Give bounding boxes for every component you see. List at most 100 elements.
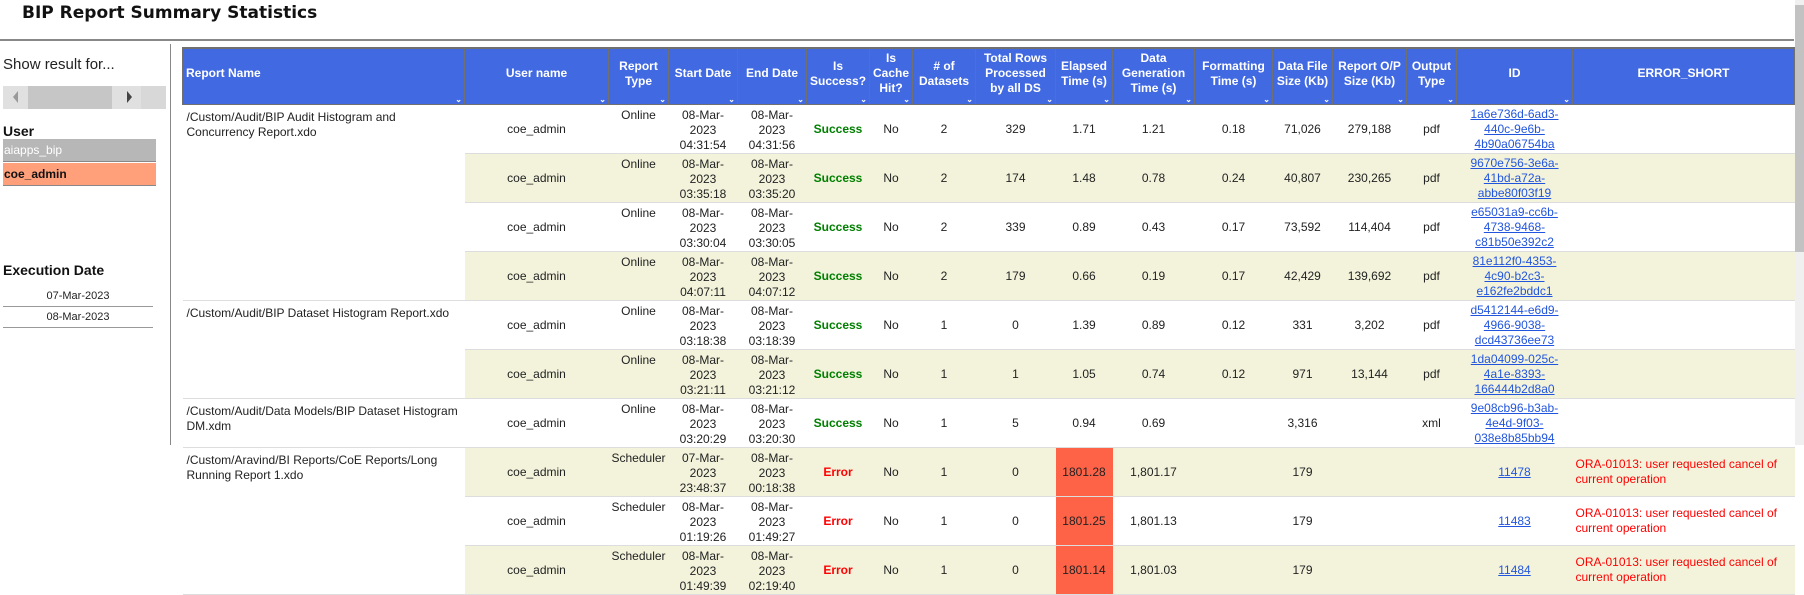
error-cell: ORA-01013: user requested cancel of curr…	[1572, 545, 1795, 595]
elapsed-cell: 0.94	[1055, 398, 1113, 448]
type-cell: Online	[608, 349, 669, 399]
datagen-cell: 0.69	[1112, 398, 1195, 448]
end-cell: 08-Mar-2023 04:07:12	[737, 251, 807, 301]
sort-chevron-icon[interactable]: ⌄	[455, 95, 462, 104]
sort-chevron-icon[interactable]: ⌄	[1447, 95, 1454, 104]
date-option[interactable]: 07-Mar-2023	[3, 286, 153, 307]
job-id-link[interactable]: 9670e756-3e6a-41bd-a72a-abbe80f03f19	[1470, 156, 1558, 200]
sort-chevron-icon[interactable]: ⌄	[903, 95, 910, 104]
job-id-link[interactable]: 1da04099-025c-4a1e-8393-166444b2d8a0	[1471, 352, 1558, 396]
sort-chevron-icon[interactable]: ⌄	[966, 95, 973, 104]
column-header[interactable]: # of Datasets ⌄	[912, 47, 976, 105]
job-id-link[interactable]: 11478	[1498, 465, 1530, 479]
column-header-label: Report Type	[619, 58, 658, 88]
status-cell: Success	[806, 153, 870, 203]
fmt-cell: 0.18	[1194, 104, 1273, 154]
ops-cell	[1332, 398, 1407, 448]
table-header-row: Report Name ⌄ User name ⌄ Report Type ⌄ Start …	[182, 47, 1795, 105]
cache-cell: No	[869, 447, 913, 497]
error-cell	[1572, 349, 1795, 399]
dfs-cell: 73,592	[1272, 202, 1333, 252]
column-header[interactable]: ERROR_SHORT	[1572, 47, 1795, 105]
scroll-track[interactable]	[141, 86, 166, 109]
job-id-link[interactable]: 11484	[1498, 563, 1530, 577]
report-name-cell: /Custom/Aravind/BI Reports/CoE Reports/L…	[182, 447, 465, 595]
id-cell: 1a6e736d-6ad3-440c-9e6b-4b90a06754ba	[1456, 104, 1573, 154]
start-cell: 07-Mar-2023 23:48:37	[668, 447, 738, 497]
cache-cell: No	[869, 398, 913, 448]
sort-chevron-icon[interactable]: ⌄	[1046, 95, 1053, 104]
ops-cell: 139,692	[1332, 251, 1407, 301]
datasets-cell: 1	[912, 545, 976, 595]
datagen-cell: 0.43	[1112, 202, 1195, 252]
vertical-scrollbar[interactable]	[1795, 0, 1804, 445]
sort-chevron-icon[interactable]: ⌄	[860, 95, 867, 104]
date-option[interactable]: 08-Mar-2023	[3, 307, 153, 328]
sort-chevron-icon[interactable]: ⌄	[1323, 95, 1330, 104]
out-cell: pdf	[1406, 251, 1457, 301]
column-header[interactable]: End Date ⌄	[737, 47, 807, 105]
out-cell: pdf	[1406, 202, 1457, 252]
vertical-scroll-thumb[interactable]	[1795, 5, 1804, 252]
user-cell: coe_admin	[464, 300, 609, 350]
scroll-thumb[interactable]	[28, 86, 112, 109]
id-cell: d5412144-e6d9-4966-9038-dcd43736ee73	[1456, 300, 1573, 350]
rows-cell: 0	[975, 300, 1056, 350]
job-id-link[interactable]: 9e08cb96-b3ab-4e4d-9f03-038e8b85bb94	[1471, 401, 1558, 445]
scroll-left-icon[interactable]	[13, 91, 18, 103]
column-header[interactable]: Total Rows Processed by all DS ⌄	[975, 47, 1056, 105]
job-id-link[interactable]: 11483	[1498, 514, 1530, 528]
column-header-label: Data Generation Time (s)	[1121, 51, 1186, 95]
sort-chevron-icon[interactable]: ⌄	[728, 95, 735, 104]
column-header[interactable]: User name ⌄	[464, 47, 609, 105]
job-id-link[interactable]: 81e112f0-4353-4c90-b2c3-e162fe2bddc1	[1473, 254, 1557, 298]
column-header[interactable]: Report O/P Size (Kb) ⌄	[1332, 47, 1407, 105]
sort-chevron-icon[interactable]: ⌄	[659, 95, 666, 104]
start-cell: 08-Mar-2023 03:21:11	[668, 349, 738, 399]
column-header-label: ERROR_SHORT	[1637, 66, 1730, 80]
error-cell	[1572, 153, 1795, 203]
column-header[interactable]: Report Name ⌄	[182, 47, 465, 105]
sort-chevron-icon[interactable]: ⌄	[1185, 95, 1192, 104]
column-header[interactable]: Data File Size (Kb) ⌄	[1272, 47, 1333, 105]
error-cell	[1572, 251, 1795, 301]
column-header-label: Elapsed Time (s)	[1060, 58, 1108, 88]
sort-chevron-icon[interactable]: ⌄	[797, 95, 804, 104]
column-header[interactable]: Is Cache Hit? ⌄	[869, 47, 913, 105]
column-header-label: User name	[505, 66, 568, 80]
column-header[interactable]: Start Date ⌄	[668, 47, 738, 105]
start-cell: 08-Mar-2023 03:20:29	[668, 398, 738, 448]
column-header[interactable]: Elapsed Time (s) ⌄	[1055, 47, 1113, 105]
column-header[interactable]: ID ⌄	[1456, 47, 1573, 105]
dfs-cell: 40,807	[1272, 153, 1333, 203]
id-cell: 9670e756-3e6a-41bd-a72a-abbe80f03f19	[1456, 153, 1573, 203]
job-id-link[interactable]: e65031a9-cc6b-4738-9468-c81b50e392c2	[1471, 205, 1558, 249]
type-cell: Online	[608, 300, 669, 350]
user-option-aiapps-bip[interactable]: aiapps_bip	[3, 139, 156, 162]
column-header[interactable]: Formatting Time (s) ⌄	[1194, 47, 1273, 105]
sort-chevron-icon[interactable]: ⌄	[599, 95, 606, 104]
datagen-cell: 1,801.17	[1112, 447, 1195, 497]
column-header[interactable]: Is Success? ⌄	[806, 47, 870, 105]
start-cell: 08-Mar-2023 01:19:26	[668, 496, 738, 546]
job-id-link[interactable]: d5412144-e6d9-4966-9038-dcd43736ee73	[1470, 303, 1558, 347]
type-cell: Scheduler	[608, 545, 669, 595]
user-option-coe-admin[interactable]: coe_admin	[3, 163, 156, 186]
sort-chevron-icon[interactable]: ⌄	[1563, 95, 1570, 104]
sort-chevron-icon[interactable]: ⌄	[1263, 95, 1270, 104]
user-cell: coe_admin	[464, 104, 609, 154]
scroll-right-icon[interactable]	[127, 91, 132, 103]
column-header[interactable]: Data Generation Time (s) ⌄	[1112, 47, 1195, 105]
page-title: BIP Report Summary Statistics	[22, 3, 318, 23]
sort-chevron-icon[interactable]: ⌄	[1103, 95, 1110, 104]
column-header[interactable]: Output Type ⌄	[1406, 47, 1457, 105]
job-id-link[interactable]: 1a6e736d-6ad3-440c-9e6b-4b90a06754ba	[1470, 107, 1558, 151]
datasets-cell: 1	[912, 398, 976, 448]
sort-chevron-icon[interactable]: ⌄	[1397, 95, 1404, 104]
filter-scrollbar[interactable]	[3, 86, 166, 109]
column-header[interactable]: Report Type ⌄	[608, 47, 669, 105]
datagen-cell: 0.74	[1112, 349, 1195, 399]
elapsed-cell: 1801.14	[1055, 545, 1113, 595]
ops-cell: 230,265	[1332, 153, 1407, 203]
datasets-cell: 2	[912, 202, 976, 252]
